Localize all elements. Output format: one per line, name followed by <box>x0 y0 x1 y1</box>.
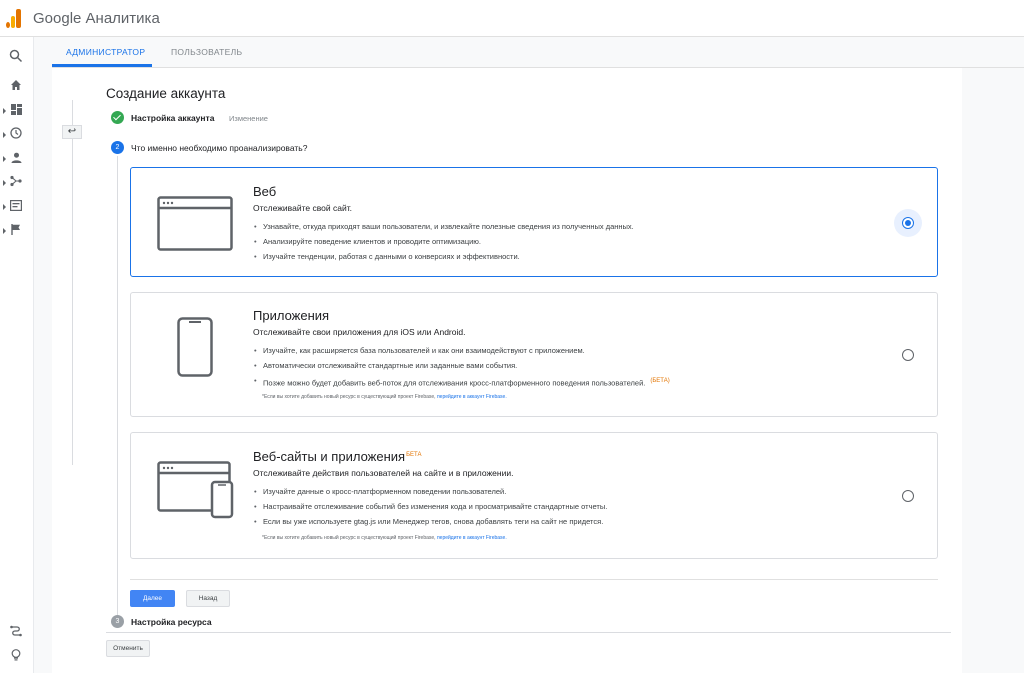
browser-window-icon <box>157 196 233 256</box>
radio-apps[interactable] <box>902 349 914 361</box>
behavior-icon[interactable] <box>8 199 24 215</box>
page-title: Создание аккаунта <box>106 86 226 101</box>
acquisition-icon[interactable] <box>8 175 24 191</box>
divider <box>106 632 951 633</box>
beta-tag: БЕТА <box>406 451 422 458</box>
stepper-line <box>117 156 118 616</box>
home-icon[interactable] <box>8 79 24 95</box>
tab-admin[interactable]: АДМИНИСТРАТОР <box>66 47 145 57</box>
top-bar: Google Аналитика <box>0 0 1024 37</box>
back-arrow-button[interactable]: ↩ <box>62 125 82 139</box>
option-subtitle: Отслеживайте свой сайт. <box>253 203 353 213</box>
option-card-web-and-apps[interactable]: Веб-сайты и приложенияБЕТА Отслеживайте … <box>130 432 938 559</box>
list-item: Изучайте, как расширяется база пользоват… <box>253 344 670 359</box>
dashboard-icon[interactable] <box>8 103 24 119</box>
attribution-icon[interactable] <box>8 625 24 641</box>
step3-label: Настройка ресурса <box>131 617 212 627</box>
option-card-web[interactable]: Веб Отслеживайте свой сайт. Узнавайте, о… <box>130 167 938 277</box>
bullet-text: Позже можно будет добавить веб-поток для… <box>263 378 646 388</box>
back-button[interactable]: Назад <box>186 590 230 607</box>
firebase-note: *Если вы хотите добавить новый ресурс в … <box>262 394 507 400</box>
browser-and-phone-icon <box>157 461 235 524</box>
step2-label: Что именно необходимо проанализировать? <box>131 143 308 153</box>
divider <box>130 579 938 580</box>
option-title: Веб-сайты и приложенияБЕТА <box>253 449 421 464</box>
person-icon[interactable] <box>8 151 24 167</box>
left-nav-rail <box>0 37 34 673</box>
active-tab-indicator <box>52 64 152 67</box>
expand-arrow-icon[interactable] <box>3 228 6 234</box>
expand-arrow-icon[interactable] <box>3 108 6 114</box>
firebase-link[interactable]: перейдите в аккаунт Firebase. <box>437 535 507 541</box>
list-item: Если вы уже используете gtag.js или Мене… <box>253 515 607 530</box>
step-complete-check-icon <box>111 111 124 124</box>
list-item: Настраивайте отслеживание событий без из… <box>253 500 607 515</box>
note-text: *Если вы хотите добавить новый ресурс в … <box>262 394 436 400</box>
clock-icon[interactable] <box>8 127 24 143</box>
step3-number-badge: 3 <box>111 615 124 628</box>
option-title: Приложения <box>253 308 330 323</box>
lightbulb-icon[interactable] <box>8 649 24 665</box>
admin-tabs: АДМИНИСТРАТОР ПОЛЬЗОВАТЕЛЬ <box>52 38 1024 68</box>
app-title[interactable]: Google Аналитика <box>33 10 160 27</box>
option-card-apps[interactable]: Приложения Отслеживайте свои приложения … <box>130 292 938 417</box>
option-title-text: Веб-сайты и приложения <box>253 449 406 464</box>
list-item: Анализируйте поведение клиентов и провод… <box>253 235 634 250</box>
beta-tag: (БЕТА) <box>650 377 670 384</box>
list-item: Автоматически отслеживайте стандартные и… <box>253 359 670 374</box>
flag-icon[interactable] <box>8 223 24 239</box>
expand-arrow-icon[interactable] <box>3 204 6 210</box>
firebase-link[interactable]: перейдите в аккаунт Firebase. <box>437 394 507 400</box>
expand-arrow-icon[interactable] <box>3 156 6 162</box>
list-item: Изучайте тенденции, работая с данными о … <box>253 250 634 265</box>
expand-arrow-icon[interactable] <box>3 180 6 186</box>
next-button[interactable]: Далее <box>130 590 175 607</box>
step2-number-badge: 2 <box>111 141 124 154</box>
step1-label: Настройка аккаунта <box>131 113 215 123</box>
panel-divider <box>72 100 73 465</box>
tab-user[interactable]: ПОЛЬЗОВАТЕЛЬ <box>171 47 242 57</box>
note-text: *Если вы хотите добавить новый ресурс в … <box>262 535 436 541</box>
option-bullet-list: Узнавайте, откуда приходят ваши пользова… <box>253 220 634 264</box>
mobile-phone-icon <box>177 317 213 382</box>
option-subtitle: Отслеживайте свои приложения для iOS или… <box>253 327 466 337</box>
option-bullet-list: Изучайте, как расширяется база пользоват… <box>253 344 670 388</box>
search-icon[interactable] <box>8 49 24 65</box>
list-item: Позже можно будет добавить веб-поток для… <box>253 374 670 389</box>
list-item: Узнавайте, откуда приходят ваши пользова… <box>253 220 634 235</box>
step1-edit-link[interactable]: Изменение <box>229 114 268 123</box>
option-bullet-list: Изучайте данные о кросс-платформенном по… <box>253 485 607 529</box>
expand-arrow-icon[interactable] <box>3 132 6 138</box>
option-subtitle: Отслеживайте действия пользователей на с… <box>253 468 514 478</box>
cancel-button[interactable]: Отменить <box>106 640 150 657</box>
radio-web-and-apps[interactable] <box>902 490 914 502</box>
option-title: Веб <box>253 184 277 199</box>
analytics-logo-icon[interactable] <box>6 8 22 28</box>
firebase-note: *Если вы хотите добавить новый ресурс в … <box>262 535 507 541</box>
radio-web[interactable] <box>902 217 914 229</box>
list-item: Изучайте данные о кросс-платформенном по… <box>253 485 607 500</box>
